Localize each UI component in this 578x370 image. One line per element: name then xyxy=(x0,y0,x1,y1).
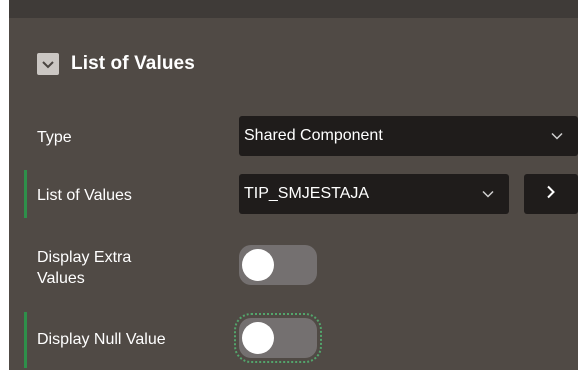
modified-indicator xyxy=(24,312,27,368)
list-of-values-label: List of Values xyxy=(37,187,132,204)
display-extra-values-label-line1: Display Extra xyxy=(37,249,132,266)
panel-top-strip xyxy=(9,0,578,18)
list-of-values-select-value: TIP_SMJESTAJA xyxy=(244,185,370,202)
property-editor-panel: List of Values Type Shared Component Lis… xyxy=(9,0,578,370)
type-select-value: Shared Component xyxy=(244,127,383,144)
chevron-down-icon xyxy=(550,131,564,141)
toggle-knob xyxy=(242,249,274,281)
modified-indicator xyxy=(24,170,27,218)
display-extra-values-label: Display Extra Values xyxy=(37,247,131,289)
display-null-value-toggle[interactable] xyxy=(234,313,322,363)
section-header[interactable]: List of Values xyxy=(37,50,195,78)
display-null-value-label: Display Null Value xyxy=(37,331,166,348)
list-of-values-select[interactable]: TIP_SMJESTAJA xyxy=(239,174,509,214)
chevron-down-icon[interactable] xyxy=(37,53,59,75)
display-extra-values-toggle[interactable] xyxy=(239,245,317,285)
type-select[interactable]: Shared Component xyxy=(239,116,578,156)
lov-navigate-button[interactable] xyxy=(524,174,578,214)
chevron-down-icon xyxy=(481,189,495,199)
type-label: Type xyxy=(37,129,72,146)
section-title: List of Values xyxy=(71,53,195,74)
display-extra-values-label-line2: Values xyxy=(37,270,85,287)
chevron-right-icon xyxy=(546,185,556,204)
toggle-knob xyxy=(242,322,274,354)
